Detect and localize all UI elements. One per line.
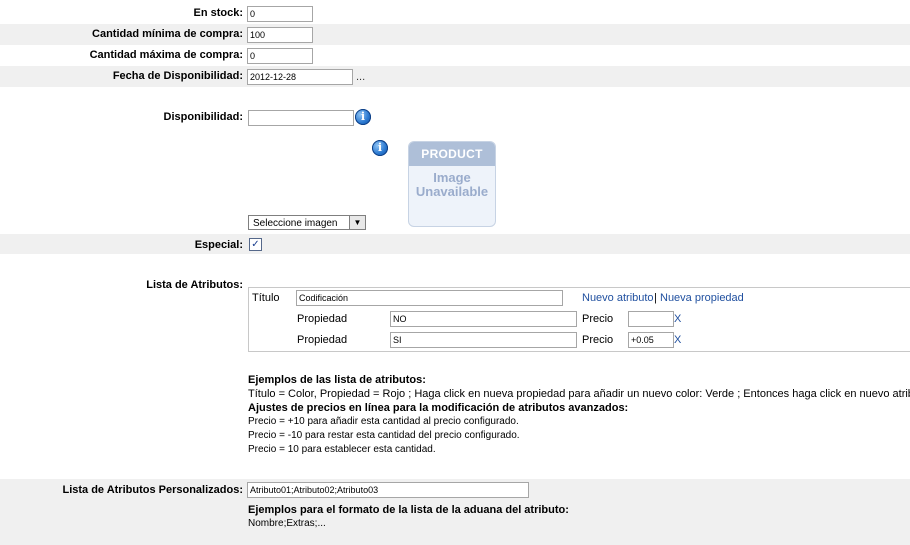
image-unavailable-line2: Unavailable — [415, 184, 489, 199]
attributes-label: Lista de Atributos: — [146, 279, 243, 291]
stock-label: En stock: — [193, 7, 243, 19]
price-help-line: Precio = 10 para establecer esta cantida… — [248, 444, 436, 455]
custom-attrs-help-example: Nombre;Extras;... — [248, 518, 326, 529]
max-qty-input[interactable] — [247, 48, 313, 64]
image-info-icon[interactable]: i — [372, 140, 388, 156]
property-label: Propiedad — [297, 313, 348, 325]
row-stock-bg — [0, 3, 910, 24]
attributes-help-example: Título = Color, Propiedad = Rojo ; Haga … — [248, 388, 910, 400]
row-special-bg — [0, 234, 910, 254]
price-help-line: Precio = -10 para restar esta cantidad d… — [248, 430, 520, 441]
availability-label: Disponibilidad: — [163, 111, 243, 123]
special-label: Especial: — [194, 239, 243, 251]
new-property-link[interactable]: Nueva propiedad — [660, 292, 744, 304]
attribute-title-label: Título — [252, 292, 280, 304]
special-checkbox[interactable]: ✓ — [249, 238, 262, 251]
custom-attrs-input[interactable] — [247, 482, 529, 498]
date-picker-button[interactable]: ... — [356, 71, 365, 83]
price-help-heading: Ajustes de precios en línea para la modi… — [248, 402, 629, 414]
custom-attrs-help-heading: Ejemplos para el formato de la lista de … — [248, 504, 569, 516]
max-qty-label: Cantidad máxima de compra: — [89, 49, 243, 61]
property-label: Propiedad — [297, 334, 348, 346]
attribute-title-input[interactable] — [296, 290, 563, 306]
avail-date-input[interactable] — [247, 69, 353, 85]
min-qty-label: Cantidad mínima de compra: — [92, 28, 243, 40]
price-label: Precio — [582, 334, 614, 346]
property-input[interactable] — [390, 311, 577, 327]
min-qty-input[interactable] — [247, 27, 313, 43]
link-separator: | — [654, 292, 657, 304]
image-select-value: Seleccione imagen — [253, 218, 338, 229]
price-label: Precio — [582, 313, 614, 325]
property-input[interactable] — [390, 332, 577, 348]
custom-attrs-label: Lista de Atributos Personalizados: — [62, 484, 243, 496]
product-image-placeholder: PRODUCT Image Unavailable — [408, 141, 496, 227]
avail-date-label: Fecha de Disponibilidad: — [112, 70, 243, 82]
remove-property-icon[interactable]: X — [674, 313, 681, 325]
availability-info-icon[interactable]: i — [355, 109, 371, 125]
remove-property-icon[interactable]: X — [674, 334, 681, 346]
price-input[interactable] — [628, 332, 674, 348]
attributes-help-heading: Ejemplos de las lista de atributos: — [248, 374, 426, 386]
new-attribute-link[interactable]: Nuevo atributo — [582, 292, 654, 304]
product-placeholder-band: PRODUCT — [409, 142, 495, 166]
price-input[interactable] — [628, 311, 674, 327]
price-help-line: Precio = +10 para añadir esta cantidad a… — [248, 416, 519, 427]
image-select[interactable]: Seleccione imagen ▼ — [248, 215, 366, 230]
chevron-down-icon[interactable]: ▼ — [349, 216, 365, 229]
image-unavailable-line1: Image — [433, 170, 471, 185]
stock-input[interactable] — [247, 6, 313, 22]
availability-input[interactable] — [248, 110, 354, 126]
